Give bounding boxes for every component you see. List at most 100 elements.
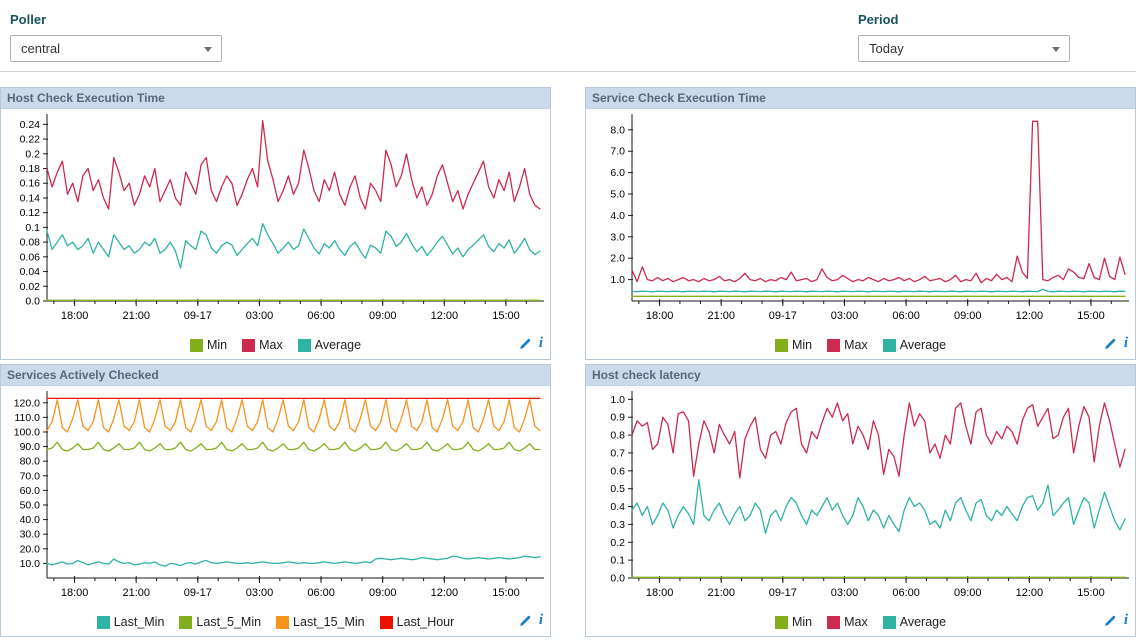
svg-text:90.0: 90.0 (20, 441, 41, 453)
svg-text:09-17: 09-17 (184, 310, 212, 322)
info-icon[interactable]: i (1124, 336, 1128, 351)
svg-text:40.0: 40.0 (20, 514, 41, 526)
svg-text:0.24: 0.24 (20, 119, 41, 131)
panel-title: Service Check Execution Time (586, 88, 1135, 109)
legend-label: Average (900, 615, 946, 629)
svg-text:15:00: 15:00 (492, 310, 520, 322)
legend-swatch (380, 616, 393, 629)
panel-host-check-latency: Host check latency 18:0021:0009-1703:000… (585, 364, 1136, 637)
svg-text:20.0: 20.0 (20, 543, 41, 555)
svg-text:09:00: 09:00 (954, 587, 982, 599)
svg-text:0.7: 0.7 (610, 447, 625, 459)
svg-text:0.9: 0.9 (610, 412, 625, 424)
svg-text:0.04: 0.04 (20, 266, 41, 278)
svg-text:18:00: 18:00 (61, 310, 89, 322)
legend-swatch (276, 616, 289, 629)
legend-label: Average (315, 338, 361, 352)
svg-text:0.08: 0.08 (20, 237, 41, 249)
svg-text:09:00: 09:00 (369, 587, 397, 599)
pencil-icon[interactable] (1103, 614, 1117, 628)
panel-service-check-execution-time: Service Check Execution Time 18:00 21:00 0… (585, 87, 1136, 360)
svg-text:30.0: 30.0 (20, 529, 41, 541)
svg-text:06:00: 06:00 (307, 310, 335, 322)
chevron-down-icon (204, 47, 212, 52)
host-check-latency-chart: 18:0021:0009-1703:0006:0009:0012:0015:00… (586, 386, 1135, 610)
panel-services-actively-checked: Services Actively Checked 18:0021:0009-1… (0, 364, 551, 637)
legend-item-last_hour: Last_Hour (380, 615, 455, 629)
poller-filter: Poller central (10, 12, 222, 62)
legend-item-max: Max (242, 338, 283, 352)
svg-text:0.02: 0.02 (20, 281, 41, 293)
pencil-icon[interactable] (518, 337, 532, 351)
legend-item-min: Min (190, 338, 227, 352)
svg-text:0.22: 0.22 (20, 134, 41, 146)
pencil-icon[interactable] (518, 614, 532, 628)
host-check-execution-time-chart: 18:0021:0009-1703:0006:0009:0012:0015:00… (1, 109, 550, 333)
panel-title: Services Actively Checked (1, 365, 550, 386)
legend-swatch (827, 616, 840, 629)
svg-text:80.0: 80.0 (20, 456, 41, 468)
svg-text:0.1: 0.1 (25, 222, 40, 234)
chart-legend: MinMaxAverage (775, 338, 946, 352)
svg-text:09-17: 09-17 (769, 587, 797, 599)
legend-label: Min (207, 338, 227, 352)
svg-text:12:00: 12:00 (1016, 310, 1044, 322)
chart-legend: MinMaxAverage (775, 615, 946, 629)
svg-text:2.0: 2.0 (610, 253, 625, 265)
legend-item-last_min: Last_Min (97, 615, 165, 629)
svg-text:100.0: 100.0 (14, 426, 40, 438)
legend-swatch (883, 616, 896, 629)
svg-text:18:00: 18:00 (61, 587, 89, 599)
svg-text:0.0: 0.0 (610, 573, 625, 585)
svg-text:12:00: 12:00 (431, 310, 459, 322)
period-select[interactable]: Today (858, 35, 1070, 62)
legend-swatch (298, 339, 311, 352)
svg-text:06:00: 06:00 (307, 587, 335, 599)
svg-text:1.0: 1.0 (610, 394, 625, 406)
poller-select[interactable]: central (10, 35, 222, 62)
chart-legend: Min Max Average (190, 338, 361, 352)
legend-label: Max (259, 338, 283, 352)
svg-text:0.3: 0.3 (610, 519, 625, 531)
panel-title: Host Check Execution Time (1, 88, 550, 109)
svg-text:18:00: 18:00 (646, 310, 674, 322)
info-icon[interactable]: i (539, 336, 543, 351)
svg-text:0.0: 0.0 (25, 296, 40, 308)
legend-item-last_5_min: Last_5_Min (179, 615, 261, 629)
legend-item-max: Max (827, 615, 868, 629)
svg-text:12:00: 12:00 (431, 587, 459, 599)
legend-swatch (190, 339, 203, 352)
legend-swatch (242, 339, 255, 352)
svg-text:3.0: 3.0 (610, 231, 625, 243)
svg-text:21:00: 21:00 (707, 310, 735, 322)
info-icon[interactable]: i (539, 613, 543, 628)
svg-text:09-17: 09-17 (769, 310, 797, 322)
svg-text:120.0: 120.0 (14, 397, 40, 409)
svg-text:12:00: 12:00 (1016, 587, 1044, 599)
svg-text:70.0: 70.0 (20, 470, 41, 482)
svg-text:15:00: 15:00 (492, 587, 520, 599)
svg-text:60.0: 60.0 (20, 485, 41, 497)
pencil-icon[interactable] (1103, 337, 1117, 351)
period-filter: Period Today (858, 12, 1070, 62)
svg-text:1.0: 1.0 (610, 274, 625, 286)
svg-text:21:00: 21:00 (707, 587, 735, 599)
legend-label: Last_Min (114, 615, 165, 629)
info-icon[interactable]: i (1124, 613, 1128, 628)
poller-select-value: central (21, 41, 60, 56)
svg-text:0.18: 0.18 (20, 163, 41, 175)
legend-label: Min (792, 338, 812, 352)
svg-text:0.06: 0.06 (20, 251, 41, 263)
svg-text:5.0: 5.0 (610, 189, 625, 201)
legend-label: Last_15_Min (293, 615, 365, 629)
svg-text:10.0: 10.0 (20, 558, 41, 570)
svg-text:0.6: 0.6 (610, 465, 625, 477)
svg-text:15:00: 15:00 (1077, 310, 1105, 322)
legend-swatch (775, 616, 788, 629)
svg-text:110.0: 110.0 (15, 412, 41, 424)
svg-text:18:00: 18:00 (646, 587, 674, 599)
period-label: Period (858, 12, 1070, 27)
legend-label: Last_5_Min (196, 615, 261, 629)
svg-text:0.16: 0.16 (20, 178, 41, 190)
panel-title: Host check latency (586, 365, 1135, 386)
